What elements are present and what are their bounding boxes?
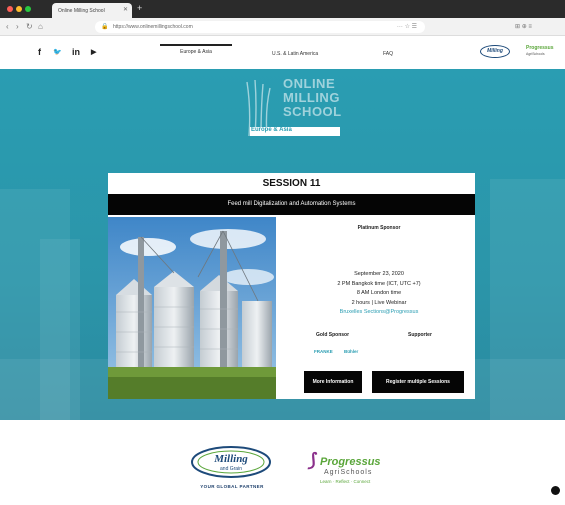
hero-section: ONLINE MILLING SCHOOL Europe & Asia SESS… [0,69,565,420]
progressus-sub: AgriSchools [324,469,373,476]
session-time-bangkok: 2 PM Bangkok time (ICT, UTC +7) [337,280,421,287]
session-card: SESSION 11 Feed mill Digitalization and … [108,173,475,399]
url-text: https://www.onlinemillingschool.com [113,24,193,30]
progressus-logo[interactable]: Progressus AgriSchools [526,45,560,57]
facebook-icon[interactable]: f [38,47,41,57]
session-date: September 23, 2020 [354,271,404,277]
milling-logo-sub: and Grain [220,466,242,472]
nav-faq[interactable]: FAQ [383,51,393,57]
school-region-bar: Europe & Asia [250,127,340,136]
close-icon[interactable]: ✕ [123,6,128,13]
reload-icon[interactable]: ↻ [26,22,33,31]
progressus-name: Progressus [320,456,381,468]
home-icon[interactable]: ⌂ [38,22,43,31]
more-information-button[interactable]: More Information [304,371,362,393]
nav-europe-asia[interactable]: Europe & Asia [160,44,232,55]
url-tools-icon[interactable]: ··· ☆ ☰ [397,23,417,30]
tab-title: Online Milling School [58,8,105,14]
milling-logo-text: Milling [213,453,248,465]
chat-bubble-icon[interactable] [551,486,560,495]
progressus-mark-icon: ⟆ [308,450,316,470]
milling-grain-footer-logo[interactable]: Milling and Grain [190,443,272,481]
minimize-window-button[interactable] [16,6,22,12]
gold-sponsor-logos: FRANKE Bühler [314,349,368,354]
maximize-window-button[interactable] [25,6,31,12]
silo-photo [108,217,276,399]
buhler-logo[interactable]: Bühler [344,349,358,354]
supporter-label: Supporter [408,332,432,338]
linkedin-icon[interactable]: in [72,47,80,57]
register-multiple-sessions-button[interactable]: Register multiple Sessions [372,371,464,393]
platinum-sponsor-label: Platinum Sponsor [357,225,401,231]
youtube-icon[interactable]: ▶ [91,48,96,56]
lock-icon: 🔒 [101,24,109,30]
address-bar: ‹ › ↻ ⌂ 🔒 https://www.onlinemillingschoo… [0,18,565,36]
new-tab-icon[interactable]: + [137,3,142,13]
session-contact-link[interactable]: Bruxelles Sections@Progressus [286,308,472,318]
session-format: 2 hours | Live Webinar [351,299,407,306]
toolbar-icons[interactable]: ⊞ ⊕ ≡ [515,23,532,30]
session-title: SESSION 11 [262,178,321,189]
forward-icon[interactable]: › [16,22,19,31]
url-input[interactable]: 🔒 https://www.onlinemillingschool.com ··… [95,21,425,33]
session-time-london: 8 AM London time [356,290,402,296]
school-title: ONLINE MILLING SCHOOL [283,76,342,119]
browser-tab-bar: Online Milling School ✕ + [0,0,565,18]
site-header: f 🐦 in ▶ Europe & Asia U.S. & Latin Amer… [0,36,565,69]
session-subtitle-banner: Feed mill Digitalization and Automation … [108,194,475,215]
milling-tagline: YOUR GLOBAL PARTNER [200,484,264,489]
franke-logo[interactable]: FRANKE [314,349,333,354]
twitter-icon[interactable]: 🐦 [53,48,62,56]
close-window-button[interactable] [7,6,13,12]
site-footer: Milling and Grain YOUR GLOBAL PARTNER ⟆ … [0,420,565,505]
back-icon[interactable]: ‹ [6,22,9,31]
gold-sponsor-label: Gold Sponsor [316,332,350,338]
session-info: September 23, 2020 2 PM Bangkok time (IC… [286,270,472,318]
nav-us-latin-america[interactable]: U.S. & Latin America [272,51,318,57]
browser-tab[interactable]: Online Milling School ✕ [52,3,132,18]
milling-grain-logo[interactable]: Milling [480,45,510,58]
progressus-tagline: Learn · Reflect · Connect [320,479,371,484]
